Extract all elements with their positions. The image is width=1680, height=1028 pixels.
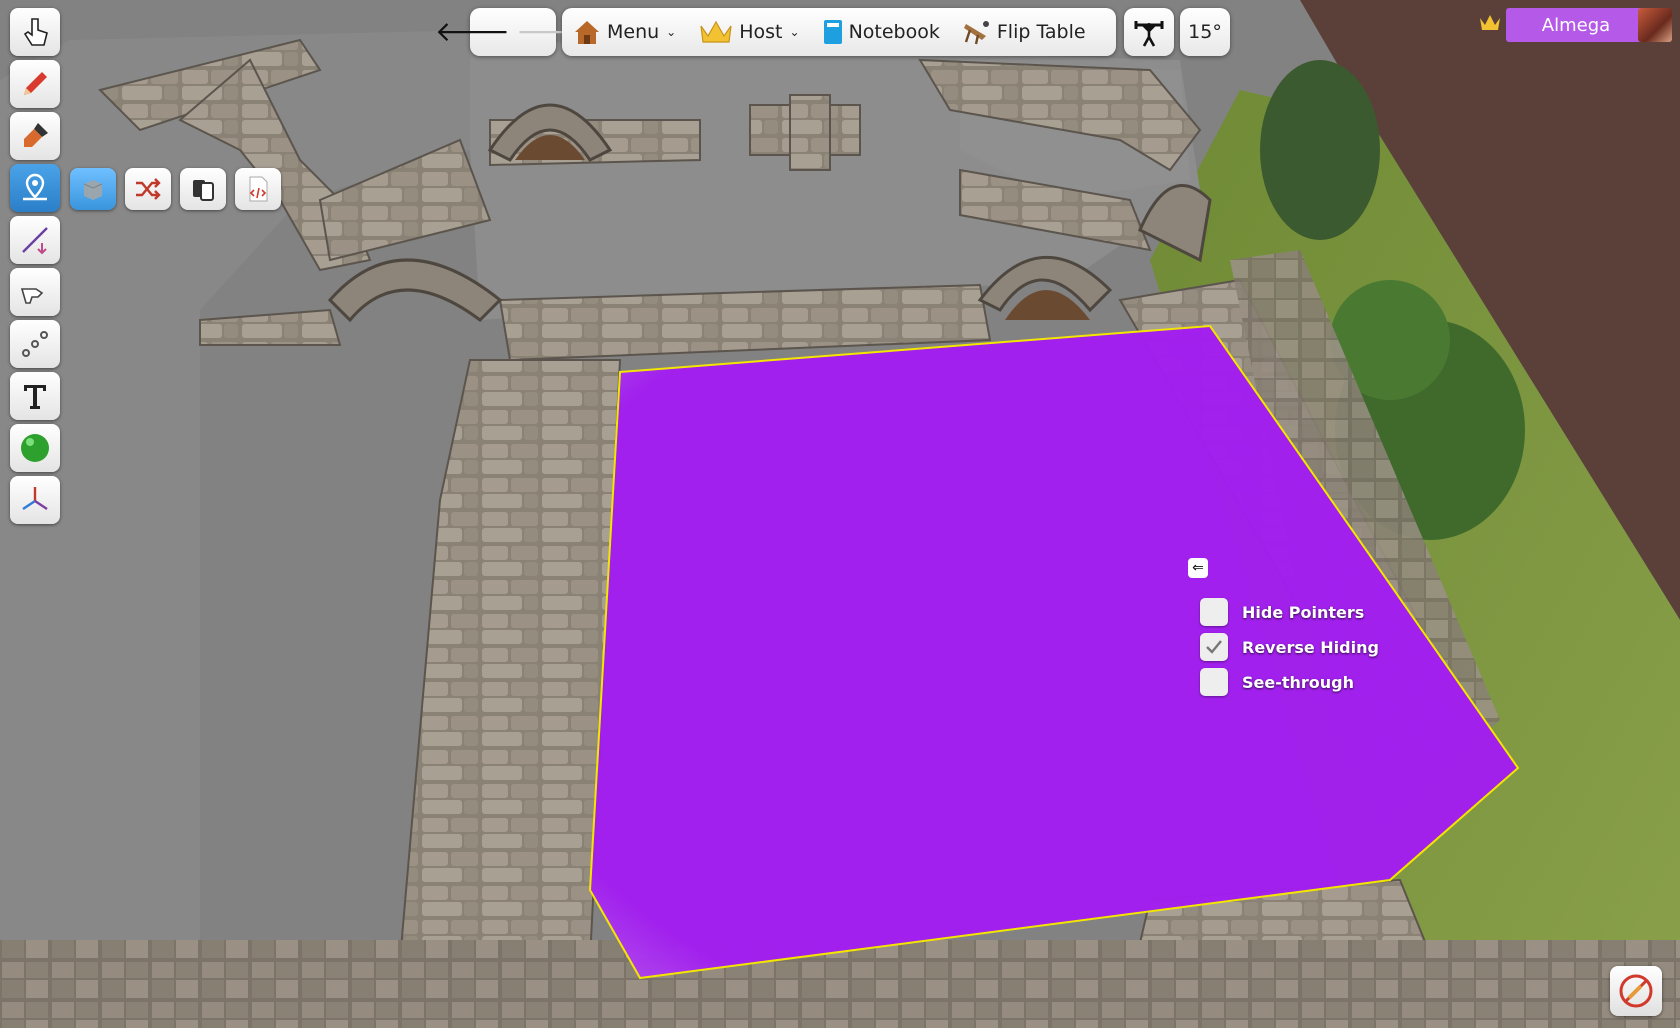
checkmark-icon [1206, 640, 1222, 654]
game-scene[interactable] [0, 0, 1680, 1028]
crown-icon [700, 20, 732, 43]
code-icon [249, 176, 268, 202]
axis-icon [22, 487, 48, 510]
pencil-icon [24, 72, 47, 95]
reverse-hiding-checkbox[interactable] [1200, 633, 1228, 661]
option-hide-pointers[interactable]: Hide Pointers [1200, 598, 1364, 626]
chevron-down-icon: ⌄ [789, 25, 800, 39]
zones-tool-button[interactable] [10, 164, 60, 212]
green-ball-icon [21, 434, 49, 462]
back-arrow-button[interactable]: ⇐ [1188, 558, 1208, 578]
scripting-zone-button[interactable] [235, 168, 281, 210]
ruler-icon [22, 227, 48, 255]
rotation-angle-button[interactable]: 15° [1180, 8, 1230, 56]
host-crown-icon [1480, 15, 1500, 30]
chain-icon [22, 331, 48, 357]
host-label: Host [739, 21, 783, 43]
hand-pointer-icon [23, 18, 48, 46]
house-icon [575, 21, 599, 44]
weightlifter-icon [1134, 21, 1164, 47]
back-arrow-icon: ⇐ [1192, 560, 1204, 576]
cube-icon [83, 180, 103, 200]
text-icon [24, 385, 46, 409]
cards-icon [193, 180, 214, 201]
chevron-down-icon: ⌄ [666, 25, 677, 39]
axis-tool-button[interactable] [10, 476, 60, 524]
text-tool-button[interactable] [10, 372, 60, 420]
gizmo-tool-button[interactable] [10, 268, 60, 316]
joint-tool-button[interactable] [10, 320, 60, 368]
reverse-hiding-label: Reverse Hiding [1242, 637, 1379, 657]
menu-label: Menu [607, 21, 660, 43]
hand-gesture-icon [20, 288, 44, 304]
see-through-label: See-through [1242, 672, 1355, 692]
menu-button[interactable]: Menu ⌄ [572, 18, 676, 46]
option-reverse-hiding[interactable]: Reverse Hiding [1200, 633, 1379, 661]
paint-tool-button[interactable] [10, 112, 60, 160]
ruler-tool-button[interactable] [10, 216, 60, 264]
host-button[interactable]: Host ⌄ [698, 18, 800, 46]
hide-pointers-label: Hide Pointers [1242, 602, 1365, 622]
undo-arrow-icon[interactable]: 🡐 [435, 18, 510, 46]
player-name: Almega [1506, 8, 1646, 42]
grab-tool-button[interactable] [10, 8, 60, 56]
notebook-icon [823, 20, 842, 44]
hidden-zone-button[interactable] [70, 168, 116, 210]
history-nav: 🡐 🡒 [435, 8, 591, 56]
hand-zone-button[interactable] [180, 168, 226, 210]
flick-tool-button[interactable] [10, 424, 60, 472]
flip-table-button[interactable]: Flip Table [962, 18, 1086, 46]
shuffle-icon [136, 178, 161, 200]
notebook-label: Notebook [848, 21, 940, 43]
flip-table-label: Flip Table [996, 21, 1086, 43]
player-tag[interactable]: Almega [1478, 8, 1672, 42]
randomize-zone-button[interactable] [125, 168, 171, 210]
notebook-button[interactable]: Notebook [822, 18, 940, 46]
line-tool-button[interactable] [10, 60, 60, 108]
avatar[interactable] [1638, 8, 1672, 42]
main-menu-bar: Menu ⌄ Host ⌄ Notebook Flip Table [562, 8, 1116, 56]
lift-height-button[interactable] [1124, 8, 1174, 56]
hide-pointers-checkbox[interactable] [1200, 598, 1228, 626]
rotation-angle-label: 15° [1188, 21, 1222, 43]
map-pin-icon [23, 173, 47, 201]
no-drawing-button[interactable] [1610, 966, 1662, 1016]
flip-table-icon [963, 21, 989, 45]
prohibited-pencil-icon [1619, 974, 1653, 1008]
option-see-through[interactable]: See-through [1200, 668, 1354, 696]
brush-icon [24, 123, 48, 147]
see-through-checkbox[interactable] [1200, 668, 1228, 696]
